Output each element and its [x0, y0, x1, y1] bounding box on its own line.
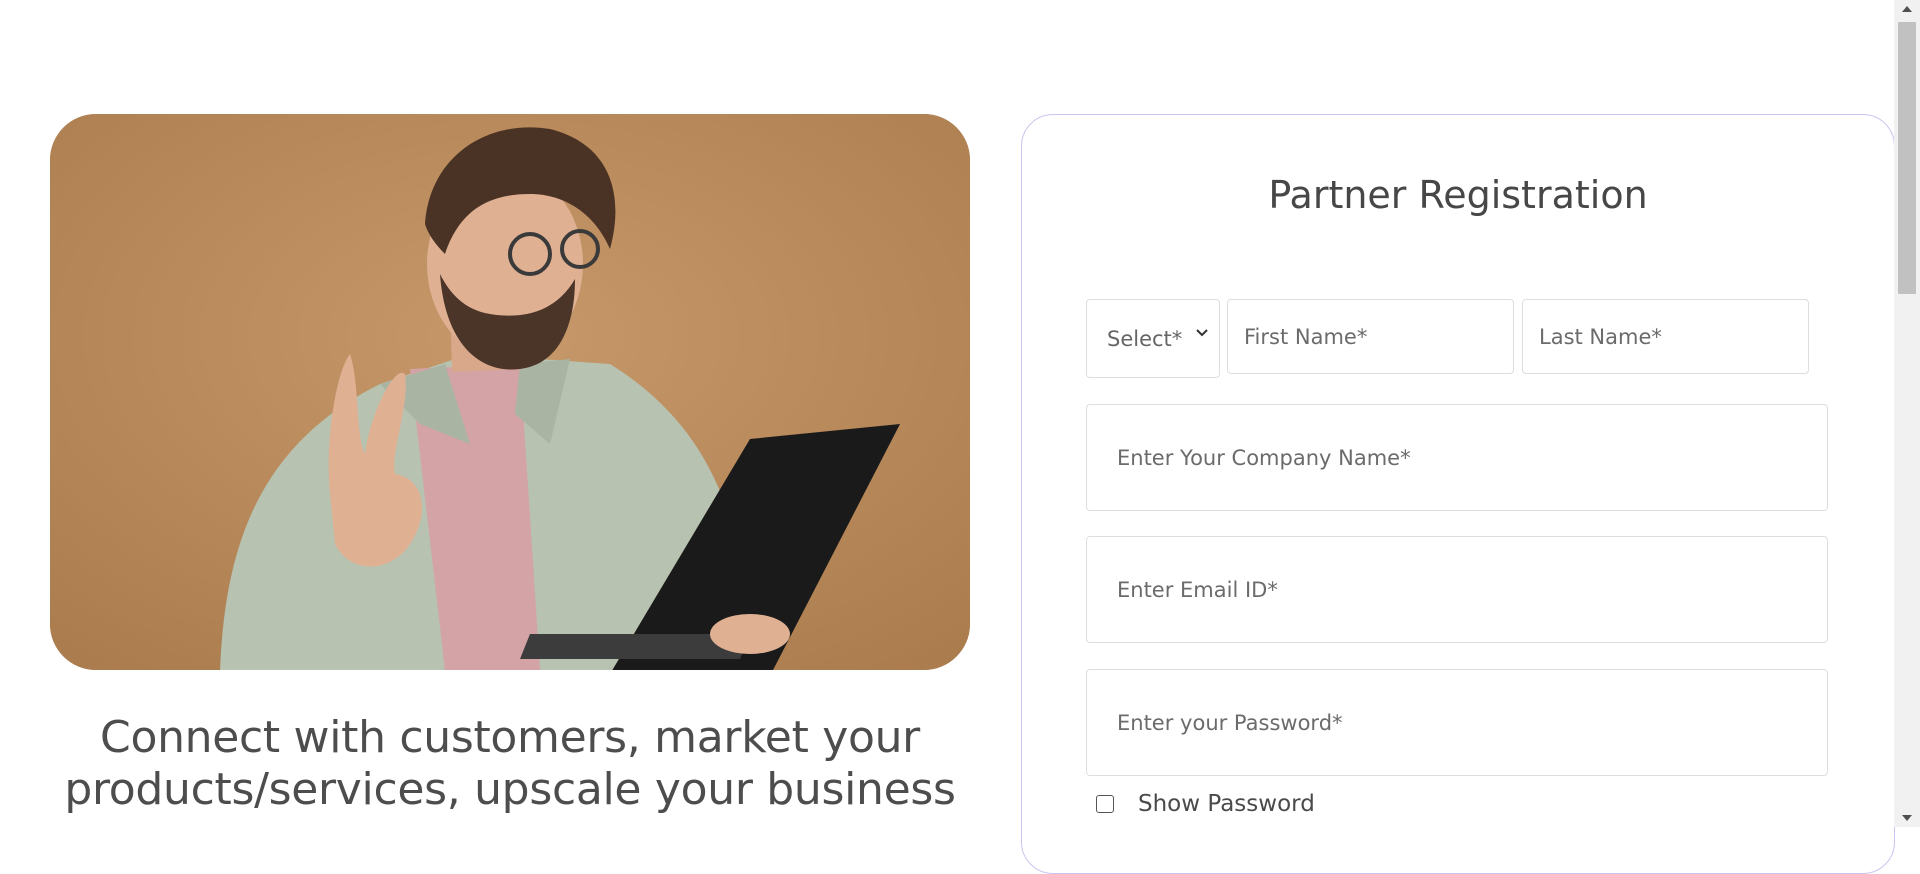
- scroll-up-arrow-icon[interactable]: [1902, 6, 1912, 12]
- chevron-down-icon: [1196, 329, 1208, 337]
- show-password-row[interactable]: Show Password: [1096, 791, 1315, 817]
- scrollbar-thumb[interactable]: [1898, 22, 1916, 294]
- hero-photo: [50, 114, 970, 670]
- form-title: Partner Registration: [1268, 173, 1648, 217]
- company-name-input[interactable]: [1086, 404, 1828, 511]
- show-password-label: Show Password: [1138, 791, 1315, 817]
- title-select-value: Select*: [1107, 326, 1183, 351]
- show-password-checkbox[interactable]: [1096, 795, 1114, 813]
- hero-tagline: Connect with customers, market your prod…: [50, 712, 970, 816]
- first-name-input[interactable]: [1227, 299, 1514, 374]
- email-input[interactable]: [1086, 536, 1828, 643]
- title-select[interactable]: Select*: [1086, 299, 1220, 378]
- password-input[interactable]: [1086, 669, 1828, 776]
- registration-form-card: Partner Registration Select* Show Passwo…: [1021, 114, 1895, 874]
- tagline-line-1: Connect with customers, market your: [100, 712, 920, 763]
- last-name-input[interactable]: [1522, 299, 1809, 374]
- hero-section: Connect with customers, market your prod…: [0, 0, 1000, 827]
- tagline-line-2: products/services, upscale your business: [64, 764, 956, 815]
- scroll-down-arrow-icon[interactable]: [1902, 815, 1912, 821]
- page-scrollbar[interactable]: [1894, 0, 1920, 827]
